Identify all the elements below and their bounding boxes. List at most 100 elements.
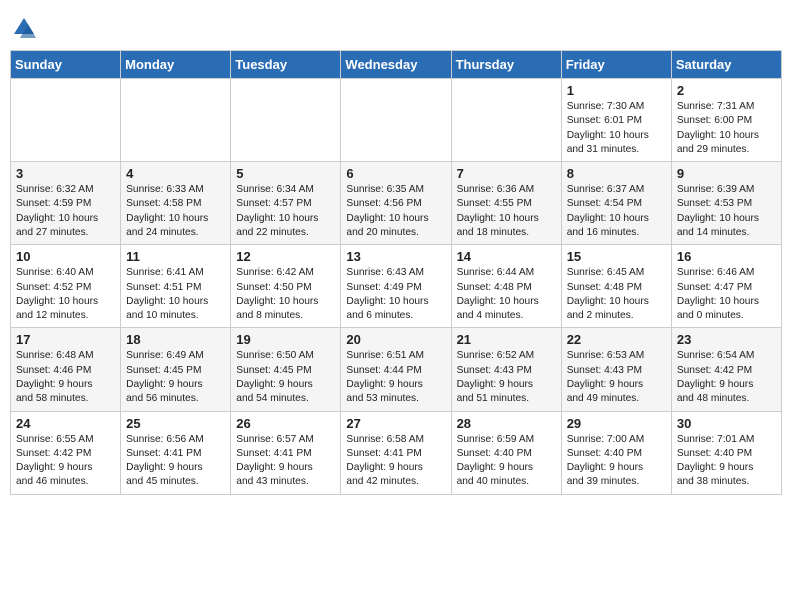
day-cell: 22Sunrise: 6:53 AM Sunset: 4:43 PM Dayli… — [561, 328, 671, 411]
day-info: Sunrise: 6:35 AM Sunset: 4:56 PM Dayligh… — [346, 184, 428, 238]
day-number: 3 — [16, 166, 115, 181]
day-cell: 25 Sunrise: 6:56 AM Sunset: 4:41 PM Dayli… — [121, 411, 231, 494]
day-cell: 30 Sunrise: 7:01 AM Sunset: 4:40 PM Dayli… — [671, 411, 781, 494]
day-number: 30 — [677, 416, 776, 431]
day-info: Sunrise: 6:51 AM Sunset: 4:44 PM Dayligh… — [346, 350, 424, 404]
day-number: 20 — [346, 332, 445, 347]
day-number: 29 — [567, 416, 666, 431]
weekday-header-wednesday: Wednesday — [341, 51, 451, 79]
day-number: 28 — [457, 416, 556, 431]
day-cell: 9 Sunrise: 6:39 AM Sunset: 4:53 PM Daylig… — [671, 162, 781, 245]
day-number: 25 — [126, 416, 225, 431]
day-number: 12 — [236, 249, 335, 264]
day-number: 10 — [16, 249, 115, 264]
day-number: 21 — [457, 332, 556, 347]
day-info: Sunrise: 6:55 AM Sunset: 4:42 PM Dayligh… — [16, 434, 94, 488]
week-row-5: 24 Sunrise: 6:55 AM Sunset: 4:42 PM Dayli… — [11, 411, 782, 494]
day-number: 27 — [346, 416, 445, 431]
day-info: Sunrise: 6:37 AM Sunset: 4:54 PM Dayligh… — [567, 184, 649, 238]
day-info: Sunrise: 6:57 AM Sunset: 4:41 PM Dayligh… — [236, 434, 314, 488]
day-number: 15 — [567, 249, 666, 264]
day-number: 11 — [126, 249, 225, 264]
day-cell: 10 Sunrise: 6:40 AM Sunset: 4:52 PM Dayli… — [11, 245, 121, 328]
weekday-header-friday: Friday — [561, 51, 671, 79]
weekday-header-row: SundayMondayTuesdayWednesdayThursdayFrid… — [11, 51, 782, 79]
day-cell: 15 Sunrise: 6:45 AM Sunset: 4:48 PM Dayli… — [561, 245, 671, 328]
day-info: Sunrise: 6:34 AM Sunset: 4:57 PM Dayligh… — [236, 184, 318, 238]
day-cell: 26 Sunrise: 6:57 AM Sunset: 4:41 PM Dayli… — [231, 411, 341, 494]
day-number: 2 — [677, 83, 776, 98]
logo — [10, 14, 42, 42]
day-cell — [341, 79, 451, 162]
day-number: 17 — [16, 332, 115, 347]
day-info: Sunrise: 6:53 AM Sunset: 4:43 PM Dayligh… — [567, 350, 645, 404]
day-cell: 11 Sunrise: 6:41 AM Sunset: 4:51 PM Dayli… — [121, 245, 231, 328]
day-number: 1 — [567, 83, 666, 98]
day-cell — [231, 79, 341, 162]
day-number: 16 — [677, 249, 776, 264]
day-info: Sunrise: 6:48 AM Sunset: 4:46 PM Dayligh… — [16, 350, 94, 404]
day-cell: 3 Sunrise: 6:32 AM Sunset: 4:59 PM Daylig… — [11, 162, 121, 245]
day-number: 6 — [346, 166, 445, 181]
calendar: SundayMondayTuesdayWednesdayThursdayFrid… — [10, 50, 782, 495]
day-info: Sunrise: 6:49 AM Sunset: 4:45 PM Dayligh… — [126, 350, 204, 404]
day-info: Sunrise: 6:54 AM Sunset: 4:42 PM Dayligh… — [677, 350, 755, 404]
week-row-4: 17 Sunrise: 6:48 AM Sunset: 4:46 PM Dayli… — [11, 328, 782, 411]
day-number: 23 — [677, 332, 776, 347]
day-info: Sunrise: 6:32 AM Sunset: 4:59 PM Dayligh… — [16, 184, 98, 238]
day-info: Sunrise: 6:52 AM Sunset: 4:43 PM Dayligh… — [457, 350, 535, 404]
day-cell: 12 Sunrise: 6:42 AM Sunset: 4:50 PM Dayli… — [231, 245, 341, 328]
day-info: Sunrise: 7:00 AM Sunset: 4:40 PM Dayligh… — [567, 434, 645, 488]
day-number: 19 — [236, 332, 335, 347]
day-cell: 14 Sunrise: 6:44 AM Sunset: 4:48 PM Dayli… — [451, 245, 561, 328]
day-cell — [121, 79, 231, 162]
weekday-header-tuesday: Tuesday — [231, 51, 341, 79]
day-cell: 20 Sunrise: 6:51 AM Sunset: 4:44 PM Dayli… — [341, 328, 451, 411]
day-info: Sunrise: 7:01 AM Sunset: 4:40 PM Dayligh… — [677, 434, 755, 488]
day-number: 26 — [236, 416, 335, 431]
day-cell: 1 Sunrise: 7:30 AM Sunset: 6:01 PM Daylig… — [561, 79, 671, 162]
day-cell: 6 Sunrise: 6:35 AM Sunset: 4:56 PM Daylig… — [341, 162, 451, 245]
weekday-header-thursday: Thursday — [451, 51, 561, 79]
logo-icon — [10, 14, 38, 42]
day-number: 7 — [457, 166, 556, 181]
day-cell — [451, 79, 561, 162]
day-number: 8 — [567, 166, 666, 181]
day-info: Sunrise: 6:42 AM Sunset: 4:50 PM Dayligh… — [236, 267, 318, 321]
day-info: Sunrise: 6:39 AM Sunset: 4:53 PM Dayligh… — [677, 184, 759, 238]
day-info: Sunrise: 7:30 AM Sunset: 6:01 PM Dayligh… — [567, 101, 649, 155]
day-cell: 23 Sunrise: 6:54 AM Sunset: 4:42 PM Dayli… — [671, 328, 781, 411]
day-info: Sunrise: 6:58 AM Sunset: 4:41 PM Dayligh… — [346, 434, 424, 488]
day-info: Sunrise: 7:31 AM Sunset: 6:00 PM Dayligh… — [677, 101, 759, 155]
week-row-2: 3 Sunrise: 6:32 AM Sunset: 4:59 PM Daylig… — [11, 162, 782, 245]
day-info: Sunrise: 6:43 AM Sunset: 4:49 PM Dayligh… — [346, 267, 428, 321]
day-cell: 2 Sunrise: 7:31 AM Sunset: 6:00 PM Daylig… — [671, 79, 781, 162]
day-info: Sunrise: 6:40 AM Sunset: 4:52 PM Dayligh… — [16, 267, 98, 321]
weekday-header-monday: Monday — [121, 51, 231, 79]
day-number: 14 — [457, 249, 556, 264]
day-info: Sunrise: 6:44 AM Sunset: 4:48 PM Dayligh… — [457, 267, 539, 321]
day-info: Sunrise: 6:59 AM Sunset: 4:40 PM Dayligh… — [457, 434, 535, 488]
day-info: Sunrise: 6:41 AM Sunset: 4:51 PM Dayligh… — [126, 267, 208, 321]
day-number: 24 — [16, 416, 115, 431]
day-number: 5 — [236, 166, 335, 181]
weekday-header-saturday: Saturday — [671, 51, 781, 79]
day-info: Sunrise: 6:46 AM Sunset: 4:47 PM Dayligh… — [677, 267, 759, 321]
day-cell: 27 Sunrise: 6:58 AM Sunset: 4:41 PM Dayli… — [341, 411, 451, 494]
day-cell: 17 Sunrise: 6:48 AM Sunset: 4:46 PM Dayli… — [11, 328, 121, 411]
day-number: 4 — [126, 166, 225, 181]
day-number: 13 — [346, 249, 445, 264]
day-cell: 7Sunrise: 6:36 AM Sunset: 4:55 PM Daylig… — [451, 162, 561, 245]
day-cell — [11, 79, 121, 162]
day-info: Sunrise: 6:50 AM Sunset: 4:45 PM Dayligh… — [236, 350, 314, 404]
day-cell: 18 Sunrise: 6:49 AM Sunset: 4:45 PM Dayli… — [121, 328, 231, 411]
day-info: Sunrise: 6:56 AM Sunset: 4:41 PM Dayligh… — [126, 434, 204, 488]
day-cell: 16 Sunrise: 6:46 AM Sunset: 4:47 PM Dayli… — [671, 245, 781, 328]
day-number: 9 — [677, 166, 776, 181]
day-cell: 13 Sunrise: 6:43 AM Sunset: 4:49 PM Dayli… — [341, 245, 451, 328]
day-cell: 28 Sunrise: 6:59 AM Sunset: 4:40 PM Dayli… — [451, 411, 561, 494]
day-cell: 5 Sunrise: 6:34 AM Sunset: 4:57 PM Daylig… — [231, 162, 341, 245]
day-info: Sunrise: 6:45 AM Sunset: 4:48 PM Dayligh… — [567, 267, 649, 321]
day-cell: 24 Sunrise: 6:55 AM Sunset: 4:42 PM Dayli… — [11, 411, 121, 494]
day-number: 18 — [126, 332, 225, 347]
